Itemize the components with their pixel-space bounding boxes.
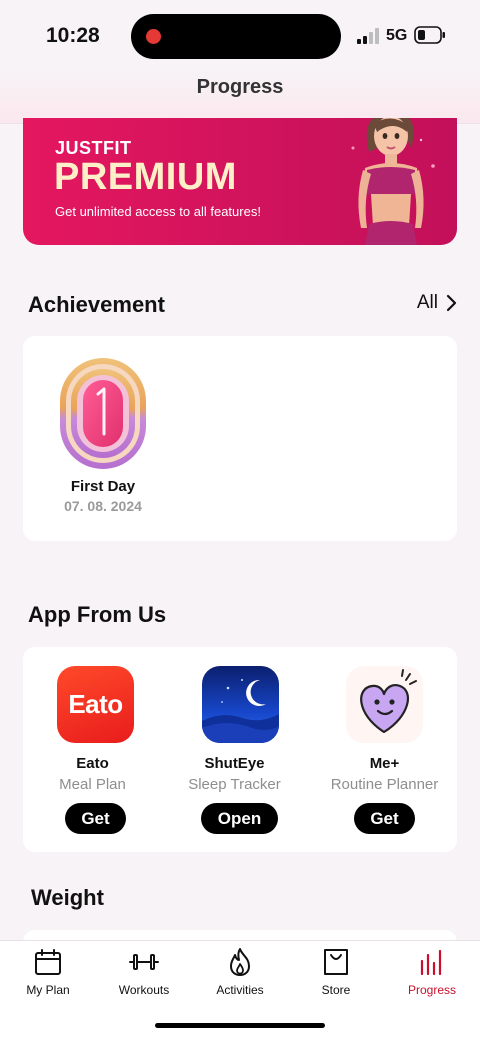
- app-item-eato: Eato Eato Meal Plan Get: [23, 647, 168, 852]
- see-all-achievements-button[interactable]: All: [417, 292, 458, 314]
- tab-label: Progress: [407, 983, 457, 997]
- premium-subtitle: Get unlimited access to all features!: [55, 204, 261, 219]
- moon-icon: [202, 679, 279, 743]
- app-item-meplus: Me+ Routine Planner Get: [312, 647, 457, 852]
- tab-label: My Plan: [26, 983, 70, 997]
- heart-face-icon: [360, 669, 417, 734]
- app-name: Eato: [76, 755, 109, 772]
- apps-card: Eato Eato Meal Plan Get ShutEye Sleep Tr…: [23, 647, 457, 852]
- premium-model-illustration: [351, 118, 435, 245]
- recording-indicator: [146, 29, 161, 44]
- get-meplus-button[interactable]: Get: [354, 803, 415, 834]
- tab-label: Store: [321, 983, 351, 997]
- status-bar: 10:28 5G: [0, 0, 480, 70]
- app-description: Routine Planner: [330, 776, 439, 793]
- home-indicator: [155, 1023, 325, 1028]
- first-day-badge-icon: [60, 358, 146, 469]
- see-all-label: All: [416, 292, 438, 313]
- open-shuteye-button[interactable]: Open: [201, 803, 278, 834]
- chevron-right-icon: [446, 294, 457, 312]
- get-eato-button[interactable]: Get: [65, 803, 126, 834]
- status-time: 10:28: [46, 24, 100, 47]
- network-label: 5G: [386, 27, 408, 44]
- premium-title: PREMIUM: [54, 156, 237, 198]
- achievement-card: First Day 07. 08. 2024: [23, 336, 457, 541]
- app-description: Sleep Tracker: [188, 776, 281, 793]
- badge-name: First Day: [70, 478, 136, 495]
- bar-chart-icon: [420, 949, 442, 976]
- tab-label: Workouts: [118, 983, 170, 997]
- battery-icon: [414, 26, 445, 44]
- page-title: Progress: [196, 76, 284, 98]
- signal-icon: [357, 28, 379, 44]
- app-description: Meal Plan: [59, 776, 126, 793]
- tab-activities[interactable]: Activities: [192, 941, 288, 1005]
- tab-label: Activities: [216, 983, 264, 997]
- badge-date: 07. 08. 2024: [64, 498, 142, 514]
- weight-section-title: Weight: [31, 885, 104, 910]
- meplus-app-icon[interactable]: [346, 666, 423, 743]
- achievement-badge-item[interactable]: First Day 07. 08. 2024: [23, 336, 183, 526]
- achievement-section-title: Achievement: [28, 292, 165, 317]
- shuteye-app-icon[interactable]: [202, 666, 279, 743]
- eato-logo-text: Eato: [68, 689, 123, 719]
- calendar-icon: [35, 949, 61, 975]
- tab-my-plan[interactable]: My Plan: [0, 941, 96, 1005]
- app-name: ShutEye: [204, 755, 265, 772]
- app-item-shuteye: ShutEye Sleep Tracker Open: [168, 647, 313, 852]
- premium-banner[interactable]: JUSTFIT PREMIUM Get unlimited access to …: [23, 118, 457, 245]
- tab-progress[interactable]: Progress: [384, 941, 480, 1005]
- apps-section-title: App From Us: [28, 602, 167, 627]
- app-name: Me+: [369, 755, 400, 772]
- tab-store[interactable]: Store: [288, 941, 384, 1005]
- tab-workouts[interactable]: Workouts: [96, 941, 192, 1005]
- shopping-bag-icon: [324, 949, 348, 975]
- nav-header: Progress: [0, 70, 480, 124]
- dynamic-island: [131, 14, 341, 59]
- eato-app-icon[interactable]: Eato: [57, 666, 134, 743]
- flame-icon: [230, 948, 250, 976]
- dumbbell-icon: [129, 954, 159, 970]
